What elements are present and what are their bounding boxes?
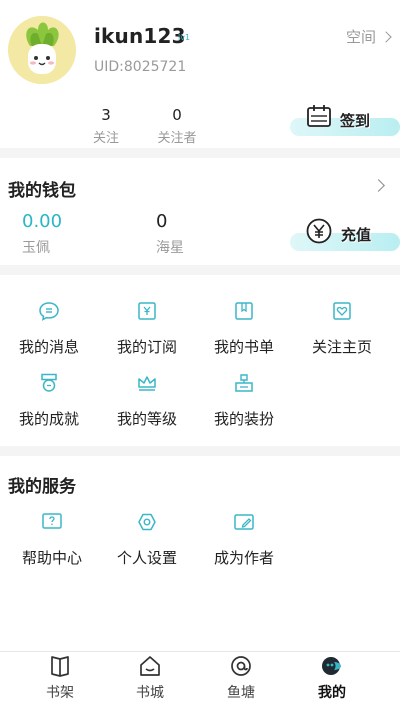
followers-stat[interactable]: 0 关注者	[147, 106, 207, 146]
tab-fishpond[interactable]: 鱼塘	[211, 652, 271, 702]
yuan-coin-icon	[306, 218, 332, 244]
tab-label: 我的	[318, 685, 346, 701]
bottom-tab-bar: 书架 书城 鱼塘 我的	[0, 651, 400, 719]
grid-item-level[interactable]: 我的等级	[102, 373, 192, 429]
tab-me[interactable]: 我的	[302, 652, 362, 702]
following-label: 关注	[92, 131, 119, 146]
subscription-icon	[138, 302, 156, 320]
user-id: UID:8025721	[94, 59, 187, 75]
service-label: 帮助中心	[21, 549, 82, 567]
tab-bookshelf[interactable]: 书架	[30, 652, 90, 702]
checkin-label: 签到	[340, 112, 371, 130]
followers-label: 关注者	[157, 131, 197, 146]
grid-item-label: 我的成就	[18, 410, 79, 428]
calendar-icon	[307, 105, 331, 127]
level-badge: lv1	[178, 33, 191, 42]
grid-item-label: 我的消息	[18, 338, 79, 356]
service-label: 个人设置	[116, 549, 177, 567]
grid-item-label: 我的等级	[116, 410, 177, 428]
service-personal-settings[interactable]: 个人设置	[102, 512, 192, 568]
grid-item-label: 关注主页	[311, 338, 372, 356]
bookstore-icon	[140, 656, 160, 676]
avatar[interactable]	[8, 16, 76, 84]
grid-item-subscriptions[interactable]: 我的订阅	[102, 301, 192, 357]
grid-item-booklist[interactable]: 我的书单	[199, 301, 289, 357]
starfish-label: 海星	[156, 240, 184, 256]
service-help-center[interactable]: 帮助中心	[7, 512, 97, 568]
tab-label: 鱼塘	[227, 685, 255, 701]
wallet-title: 我的钱包	[8, 181, 76, 201]
grid-item-label: 我的书单	[213, 338, 274, 356]
profile-header: ikun123 lv1 UID:8025721 空间 3 关注 0 关注者 签到	[0, 0, 400, 148]
bookshelf-icon	[51, 656, 69, 677]
tab-label: 书架	[46, 685, 74, 701]
message-icon	[39, 302, 59, 321]
tab-bookstore[interactable]: 书城	[120, 652, 180, 702]
space-link[interactable]: 空间	[346, 26, 392, 47]
username: ikun123	[94, 24, 186, 48]
medal-icon	[41, 373, 57, 392]
section-divider	[0, 148, 400, 158]
jade-label: 玉佩	[22, 240, 50, 256]
grid-item-achievements[interactable]: 我的成就	[4, 373, 94, 429]
service-become-author[interactable]: 成为作者	[199, 512, 289, 568]
dressup-icon	[235, 374, 253, 392]
starfish-balance: 0	[156, 211, 168, 232]
grid-item-label: 我的订阅	[116, 338, 177, 356]
grid-item-messages[interactable]: 我的消息	[4, 301, 94, 357]
crown-icon	[138, 376, 156, 391]
fishpond-icon	[231, 656, 251, 676]
section-divider	[0, 446, 400, 456]
follow-home-icon	[333, 302, 351, 320]
section-divider	[0, 265, 400, 275]
chevron-right-icon	[380, 30, 392, 43]
jade-balance: 0.00	[22, 211, 63, 232]
following-count: 3	[101, 106, 111, 124]
wallet-chevron-icon[interactable]	[372, 179, 385, 192]
followers-count: 0	[172, 106, 182, 124]
services-title: 我的服务	[8, 477, 76, 497]
settings-icon	[138, 513, 156, 531]
grid-item-follow-home[interactable]: 关注主页	[297, 301, 387, 357]
space-label: 空间	[346, 28, 377, 46]
service-label: 成为作者	[213, 549, 274, 567]
me-icon	[322, 657, 341, 675]
help-icon	[42, 513, 62, 529]
recharge-label: 充值	[341, 226, 372, 244]
grid-item-dressup[interactable]: 我的装扮	[199, 373, 289, 429]
grid-item-label: 我的装扮	[213, 410, 274, 428]
author-icon	[234, 514, 254, 530]
booklist-icon	[235, 302, 253, 320]
tab-label: 书城	[136, 685, 164, 701]
following-stat[interactable]: 3 关注	[76, 106, 136, 146]
